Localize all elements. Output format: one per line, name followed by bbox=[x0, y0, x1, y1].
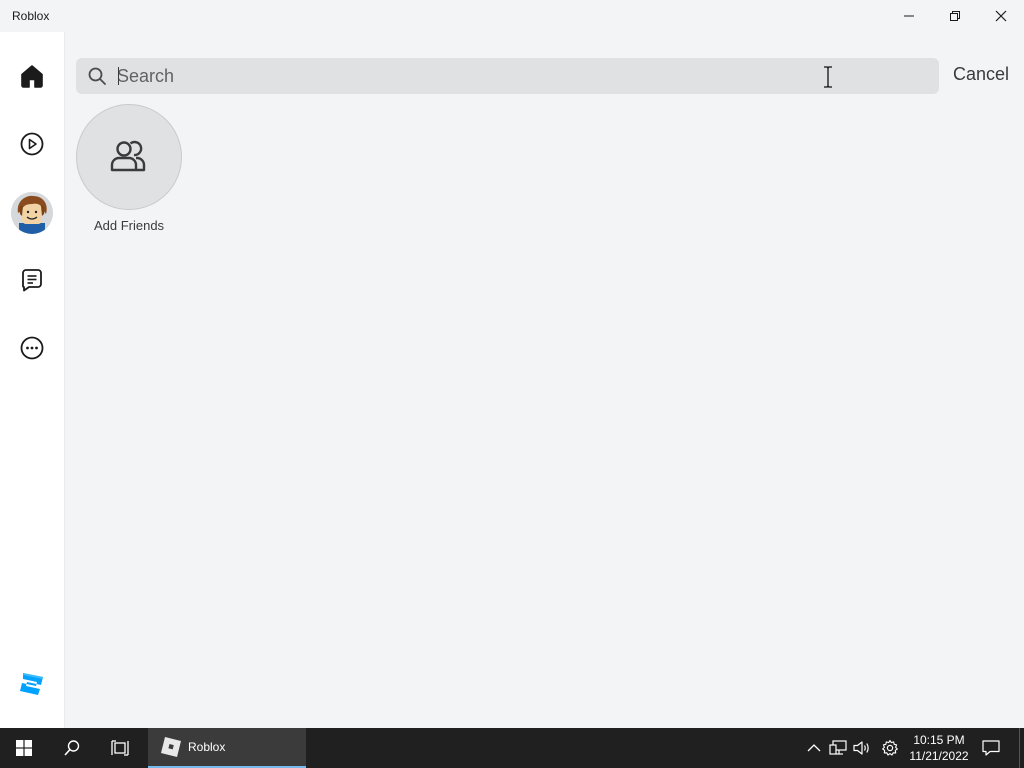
window-title: Roblox bbox=[12, 9, 50, 23]
search-icon bbox=[64, 740, 80, 756]
nav-avatar[interactable] bbox=[11, 192, 53, 234]
more-icon bbox=[20, 336, 44, 360]
play-circle-icon bbox=[20, 132, 44, 156]
search-icon bbox=[88, 67, 106, 85]
nav-chat[interactable] bbox=[12, 260, 52, 300]
network-icon bbox=[829, 740, 847, 755]
roblox-studio-icon bbox=[20, 673, 43, 695]
restore-button[interactable] bbox=[932, 0, 978, 32]
close-button[interactable] bbox=[978, 0, 1024, 32]
title-bar: Roblox bbox=[0, 0, 1024, 32]
chevron-up-icon bbox=[807, 744, 821, 752]
roblox-studio-button[interactable] bbox=[18, 669, 46, 697]
search-bar[interactable] bbox=[76, 58, 939, 94]
taskbar-app-roblox[interactable]: Roblox bbox=[148, 728, 306, 768]
left-nav bbox=[0, 32, 65, 728]
task-view-button[interactable] bbox=[96, 728, 144, 768]
start-button[interactable] bbox=[0, 728, 48, 768]
friends-icon bbox=[110, 140, 146, 172]
restore-icon bbox=[950, 11, 960, 21]
home-icon bbox=[21, 65, 43, 88]
nav-home[interactable] bbox=[12, 56, 52, 96]
roblox-app-icon bbox=[161, 737, 181, 757]
taskbar-clock[interactable]: 10:15 PM 11/21/2022 bbox=[906, 732, 972, 764]
minimize-icon bbox=[904, 15, 914, 17]
clock-date: 11/21/2022 bbox=[909, 749, 969, 763]
window-controls bbox=[886, 0, 1024, 32]
settings-icon bbox=[882, 739, 898, 756]
minimize-button[interactable] bbox=[886, 0, 932, 32]
avatar-image bbox=[11, 192, 53, 234]
notification-center-button[interactable] bbox=[981, 738, 1001, 758]
taskbar-search-button[interactable] bbox=[48, 728, 96, 768]
taskbar: Roblox 10:15 PM 11/21/2022 bbox=[0, 728, 1024, 768]
add-friends-label: Add Friends bbox=[93, 218, 165, 233]
clock-time: 10:15 PM bbox=[913, 733, 965, 747]
network-button[interactable] bbox=[828, 738, 848, 758]
show-desktop-button[interactable] bbox=[1019, 728, 1024, 768]
text-caret bbox=[118, 67, 119, 85]
windows-start-icon bbox=[16, 740, 32, 756]
volume-icon bbox=[853, 741, 869, 755]
task-view-icon bbox=[111, 740, 129, 756]
nav-discover[interactable] bbox=[12, 124, 52, 164]
close-icon bbox=[995, 10, 1007, 22]
notification-icon bbox=[982, 740, 1000, 756]
show-hidden-icons-button[interactable] bbox=[804, 738, 824, 758]
search-input[interactable] bbox=[117, 61, 897, 91]
settings-tray-button[interactable] bbox=[880, 738, 900, 758]
cancel-button[interactable]: Cancel bbox=[953, 64, 1009, 85]
volume-button[interactable] bbox=[852, 738, 872, 758]
taskbar-app-label: Roblox bbox=[188, 740, 226, 754]
add-friends-circle[interactable] bbox=[76, 104, 182, 210]
text-select-cursor-icon bbox=[824, 66, 832, 88]
chat-icon bbox=[22, 269, 42, 292]
add-friends-button[interactable]: Add Friends bbox=[76, 104, 182, 233]
nav-more[interactable] bbox=[12, 328, 52, 368]
